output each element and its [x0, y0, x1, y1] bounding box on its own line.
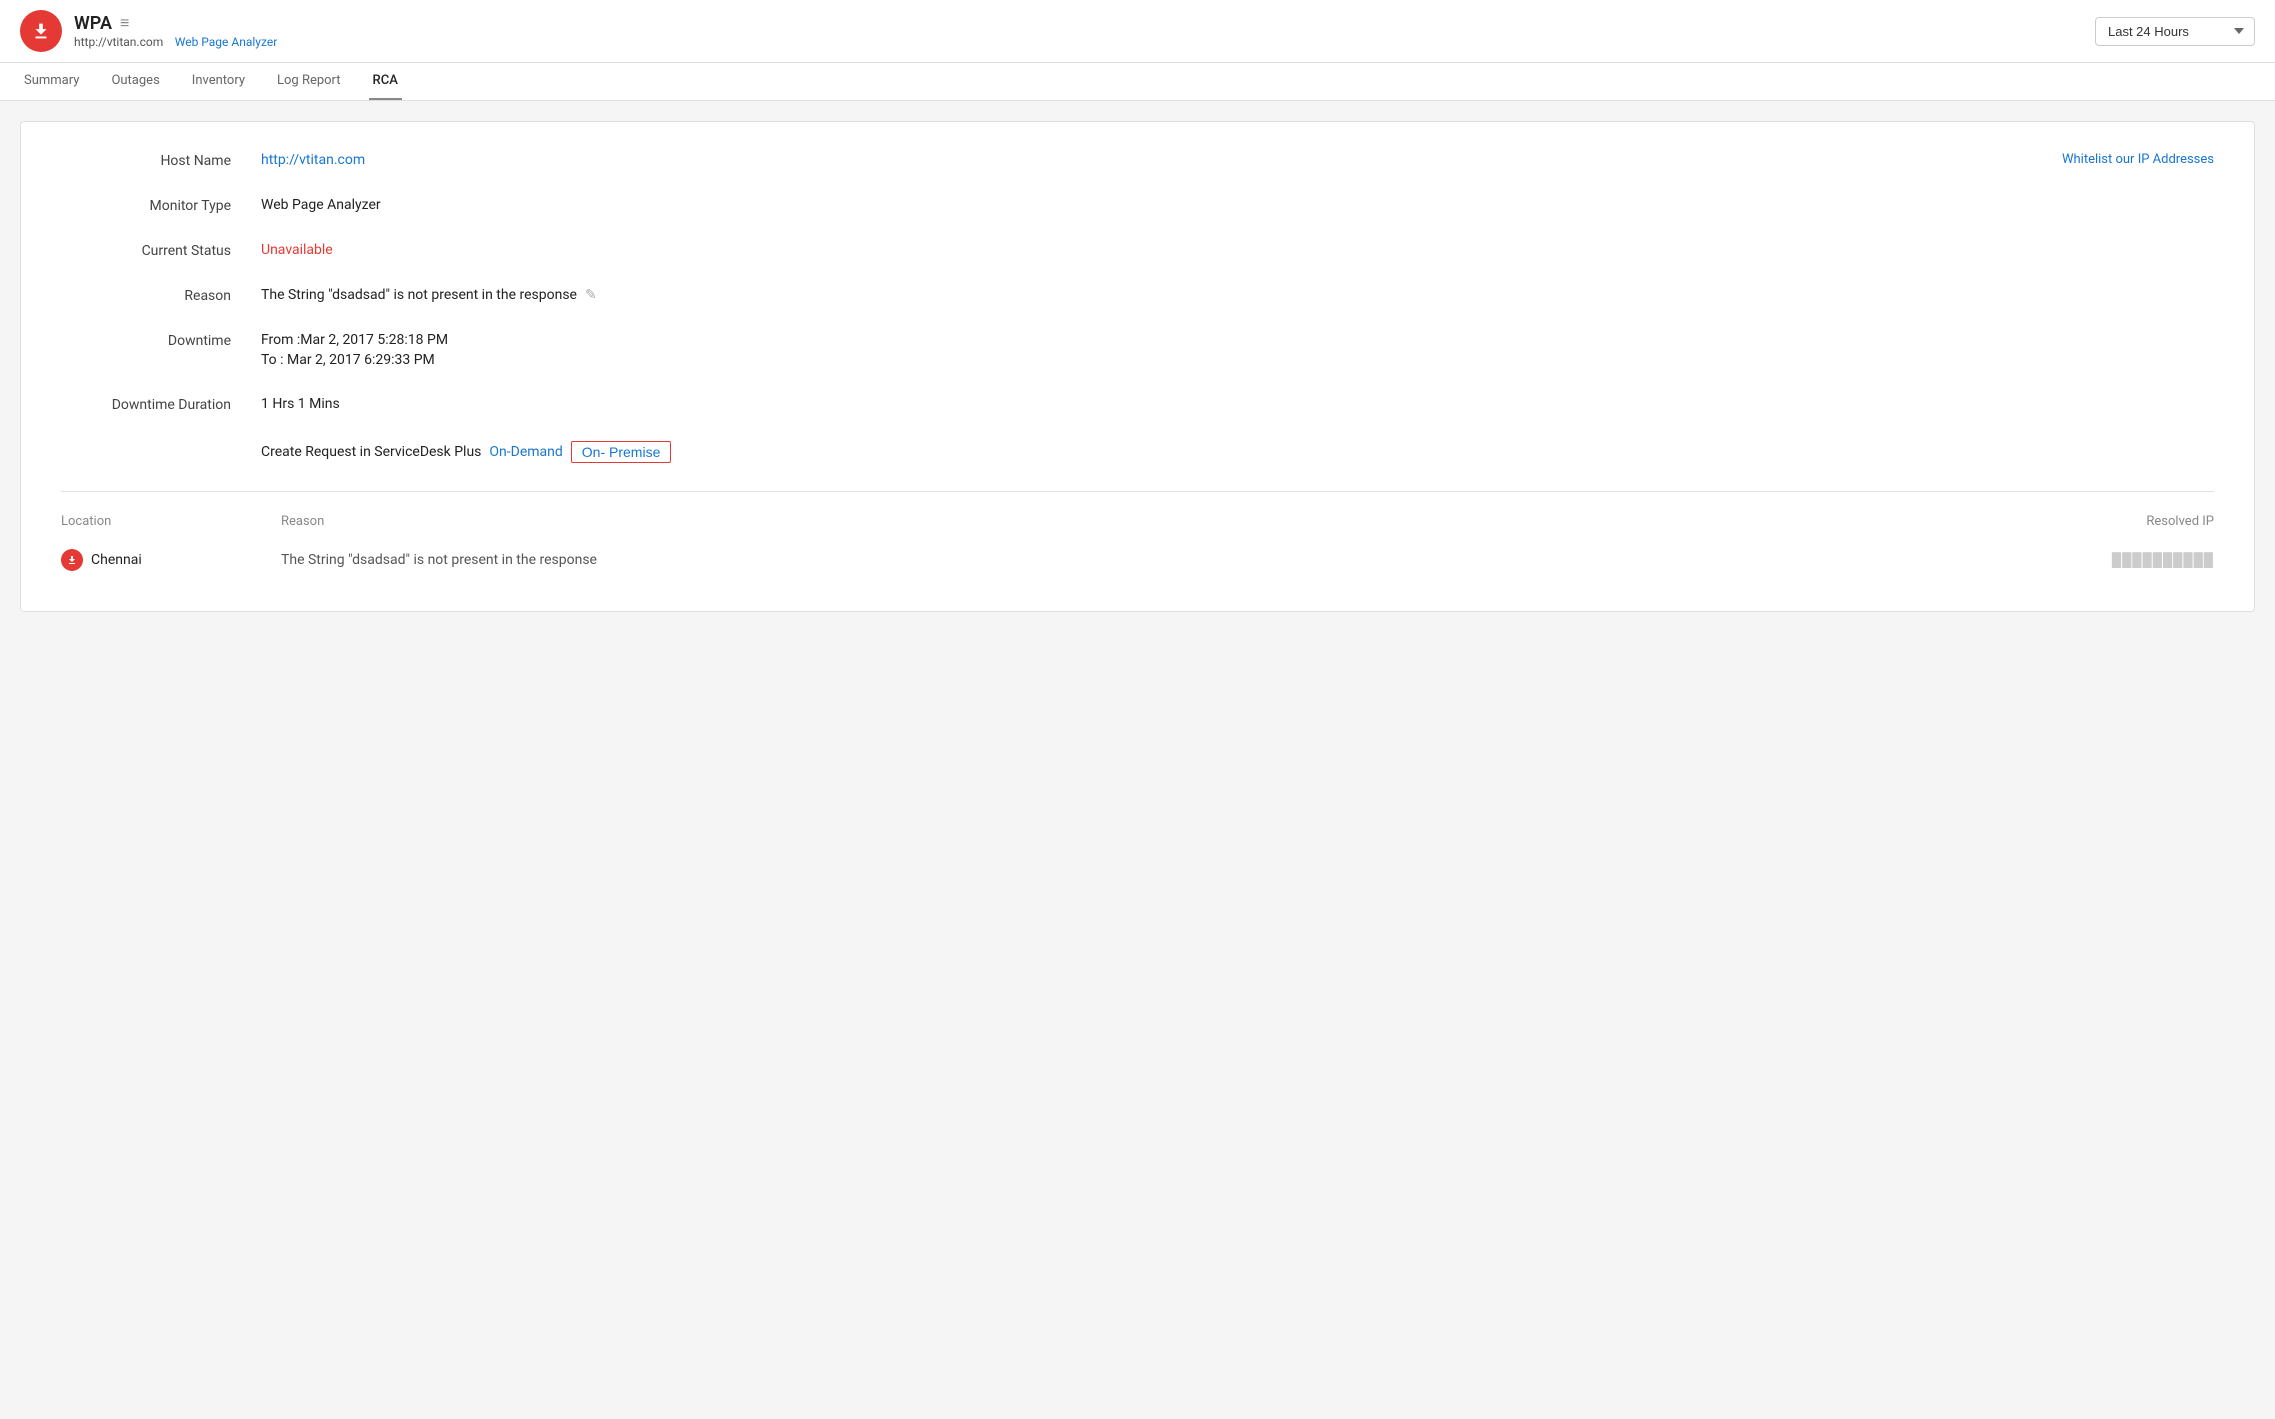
downtime-label: Downtime [61, 332, 261, 349]
time-range-select[interactable]: Last 1 Hour Last 6 Hours Last 24 Hours L… [2095, 17, 2255, 46]
downtime-duration-row: Downtime Duration 1 Hrs 1 Mins [61, 396, 2214, 413]
current-status-label: Current Status [61, 242, 261, 259]
app-logo [20, 10, 62, 52]
host-name-row: Host Name http://vtitan.com [61, 152, 2214, 169]
on-premise-button[interactable]: On- Premise [571, 441, 672, 463]
header: WPA ≡ http://vtitan.com Web Page Analyze… [0, 0, 2275, 63]
info-section: Whitelist our IP Addresses Host Name htt… [61, 152, 2214, 463]
reason-label: Reason [61, 287, 261, 304]
downtime-duration-label: Downtime Duration [61, 396, 261, 413]
location-table: Location Reason Resolved IP Chennai The … [61, 491, 2214, 581]
reason-value: The String "dsadsad" is not present in t… [261, 287, 2214, 303]
table-row: Chennai The String "dsadsad" is not pres… [61, 539, 2214, 581]
table-reason-value: The String "dsadsad" is not present in t… [281, 552, 2034, 568]
downtime-from: From :Mar 2, 2017 5:28:18 PM [261, 332, 2214, 348]
tab-log-report[interactable]: Log Report [273, 63, 345, 100]
host-name-value[interactable]: http://vtitan.com [261, 152, 2214, 168]
menu-icon[interactable]: ≡ [120, 13, 129, 33]
col-header-reason: Reason [281, 514, 2034, 529]
header-subtitle: http://vtitan.com Web Page Analyzer [74, 34, 277, 50]
resolved-ip-value: ██████████ [2034, 552, 2214, 568]
location-cell: Chennai [61, 549, 281, 571]
col-header-location: Location [61, 514, 281, 529]
edit-icon[interactable]: ✎ [585, 287, 597, 303]
downtime-to: To : Mar 2, 2017 6:29:33 PM [261, 352, 2214, 368]
col-header-resolved-ip: Resolved IP [2034, 514, 2214, 529]
download-icon [30, 20, 52, 42]
tab-inventory[interactable]: Inventory [188, 63, 249, 100]
main-content: Whitelist our IP Addresses Host Name htt… [0, 101, 2275, 632]
monitor-type-link[interactable]: Web Page Analyzer [175, 35, 278, 49]
nav-tabs: Summary Outages Inventory Log Report RCA [0, 63, 2275, 101]
servicedesk-row: Create Request in ServiceDesk Plus On-De… [61, 441, 2214, 463]
tab-summary[interactable]: Summary [20, 63, 83, 100]
reason-text-value: The String "dsadsad" is not present in t… [261, 287, 577, 303]
tab-rca[interactable]: RCA [369, 63, 402, 100]
monitor-type-value: Web Page Analyzer [261, 197, 2214, 213]
whitelist-link[interactable]: Whitelist our IP Addresses [2062, 152, 2214, 167]
monitor-type-label: Monitor Type [61, 197, 261, 214]
location-name: Chennai [91, 552, 142, 568]
on-demand-link[interactable]: On-Demand [489, 444, 562, 460]
down-arrow-icon [66, 554, 78, 566]
app-title: WPA [74, 13, 112, 34]
reason-row: Reason The String "dsadsad" is not prese… [61, 287, 2214, 304]
monitor-type-row: Monitor Type Web Page Analyzer [61, 197, 2214, 214]
table-header: Location Reason Resolved IP [61, 508, 2214, 539]
servicedesk-prefix: Create Request in ServiceDesk Plus [261, 444, 481, 460]
downtime-row: Downtime From :Mar 2, 2017 5:28:18 PM To… [61, 332, 2214, 368]
downtime-value: From :Mar 2, 2017 5:28:18 PM To : Mar 2,… [261, 332, 2214, 368]
current-status-value: Unavailable [261, 242, 2214, 258]
location-status-icon [61, 549, 83, 571]
host-name-label: Host Name [61, 152, 261, 169]
host-url-link[interactable]: http://vtitan.com [74, 35, 163, 49]
time-selector-container: Last 1 Hour Last 6 Hours Last 24 Hours L… [2095, 17, 2255, 46]
rca-card: Whitelist our IP Addresses Host Name htt… [20, 121, 2255, 612]
app-info: WPA ≡ http://vtitan.com Web Page Analyze… [74, 13, 277, 50]
downtime-duration-value: 1 Hrs 1 Mins [261, 396, 2214, 412]
current-status-row: Current Status Unavailable [61, 242, 2214, 259]
tab-outages[interactable]: Outages [107, 63, 163, 100]
